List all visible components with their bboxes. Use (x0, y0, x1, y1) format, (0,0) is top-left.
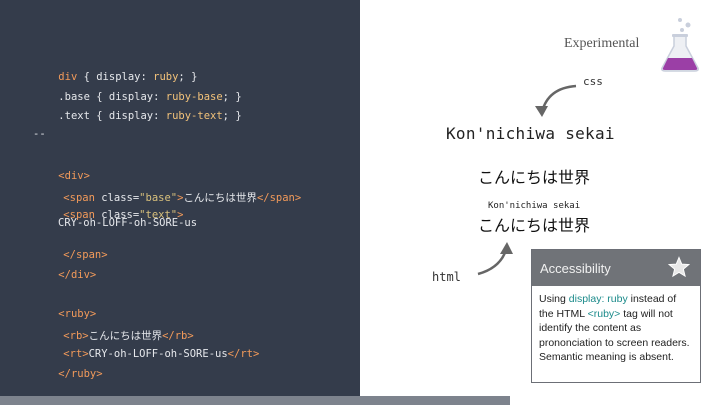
card-title: Accessibility (540, 261, 611, 276)
code-line-div-close: </div> (33, 257, 96, 293)
star-icon (668, 256, 690, 278)
code-line-span-content: CRY-oh-LOFF-oh-SORE-us (58, 217, 198, 229)
card-header: Accessibility (532, 250, 700, 286)
code-text: CRY-oh-LOFF-oh-SORE-us (88, 348, 228, 360)
romaji-text: Kon'nichiwa sekai (446, 124, 615, 143)
code-brace: { (89, 110, 109, 122)
japanese-text: こんにちは世界 (478, 168, 591, 187)
code-line-ruby-close: </ruby> (33, 356, 103, 392)
code-tag: </span> (256, 192, 302, 204)
flask-icon (661, 18, 699, 72)
card-code-highlight: display: ruby (568, 293, 628, 305)
code-value: ruby-text (159, 110, 223, 122)
code-property: display: (108, 110, 160, 122)
code-line-css-text: .text { display: ruby-text; } (33, 98, 242, 134)
card-text: Using (539, 293, 569, 305)
ruby-base-text: こんにちは世界 (478, 216, 591, 235)
ruby-annotation: Kon'nichiwa sekai (488, 201, 581, 211)
accessibility-card: Accessibility Using display: ruby instea… (531, 249, 701, 383)
card-body: Using display: ruby instead of the HTML … (532, 286, 700, 365)
code-text: こんにちは世界 (183, 192, 257, 204)
card-code-highlight: <ruby> (587, 307, 621, 320)
code-separator: -- (33, 128, 46, 140)
code-tag: </ruby> (58, 368, 103, 380)
bottom-progress-bar (0, 396, 510, 405)
experimental-label: Experimental (564, 36, 640, 51)
html-label: html (432, 270, 461, 284)
code-tag: </rt> (227, 348, 260, 360)
code-tag: </div> (58, 269, 97, 281)
code-panel: div { display: ruby; } .base { display: … (0, 0, 360, 405)
code-selector: .text (58, 110, 90, 122)
code-brace: ; } (222, 110, 242, 122)
css-label: css (583, 75, 603, 88)
